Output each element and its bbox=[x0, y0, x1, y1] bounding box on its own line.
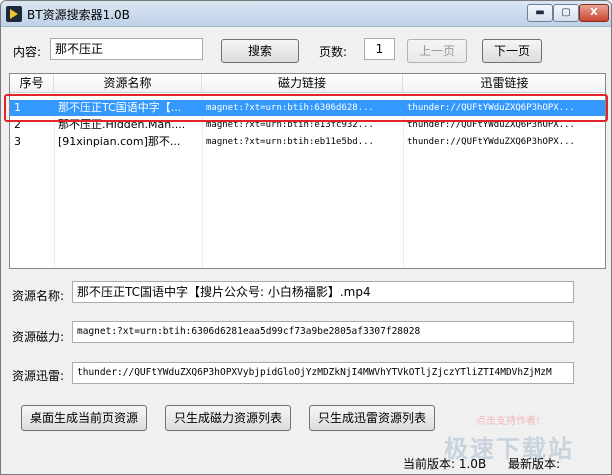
generate-thunder-list-button[interactable]: 只生成迅雷资源列表 bbox=[309, 405, 435, 431]
app-window: BT资源搜索器1.0B ▬ ▢ X 内容: 那不压正 搜索 页数: 1 上一页 … bbox=[0, 0, 612, 475]
support-author-link[interactable]: 点击支持作者! bbox=[476, 412, 540, 427]
maximize-button[interactable]: ▢ bbox=[553, 4, 579, 22]
table-row[interactable]: 3 [91xinpian.com]那不... magnet:?xt=urn:bt… bbox=[10, 134, 605, 150]
header-name[interactable]: 资源名称 bbox=[54, 74, 202, 93]
generate-desktop-button[interactable]: 桌面生成当前页资源 bbox=[21, 405, 147, 431]
row-thunder: thunder://QUFtYWduZXQ6P3hOPX... bbox=[407, 137, 575, 147]
selection-highlight-box bbox=[4, 94, 608, 122]
resource-name-label: 资源名称: bbox=[12, 289, 65, 303]
next-page-button[interactable]: 下一页 bbox=[482, 39, 542, 63]
row-index: 3 bbox=[14, 135, 21, 148]
search-button[interactable]: 搜索 bbox=[221, 39, 299, 63]
title-bar: BT资源搜索器1.0B ▬ ▢ X bbox=[1, 1, 611, 27]
resource-thunder-label: 资源迅雷: bbox=[12, 369, 65, 383]
window-title: BT资源搜索器1.0B bbox=[27, 8, 130, 22]
app-icon bbox=[6, 6, 22, 22]
page-label: 页数: bbox=[319, 45, 348, 59]
header-thunder[interactable]: 迅雷链接 bbox=[403, 74, 605, 93]
resource-thunder-field[interactable]: thunder://QUFtYWduZXQ6P3hOPXVybjpidGloOj… bbox=[72, 362, 574, 384]
current-version-text: 当前版本: 1.0B bbox=[403, 457, 487, 471]
generate-magnet-list-button[interactable]: 只生成磁力资源列表 bbox=[165, 405, 291, 431]
row-name: [91xinpian.com]那不... bbox=[58, 135, 181, 148]
latest-version-text: 最新版本: bbox=[508, 457, 561, 471]
resource-magnet-label: 资源磁力: bbox=[12, 330, 65, 344]
content-input[interactable]: 那不压正 bbox=[50, 38, 203, 60]
minimize-button[interactable]: ▬ bbox=[527, 4, 553, 22]
prev-page-button[interactable]: 上一页 bbox=[407, 39, 467, 63]
resource-magnet-field[interactable]: magnet:?xt=urn:btih:6306d6281eaa5d99cf73… bbox=[72, 321, 574, 343]
content-label: 内容: bbox=[13, 45, 42, 59]
header-magnet[interactable]: 磁力链接 bbox=[202, 74, 403, 93]
page-input[interactable]: 1 bbox=[364, 38, 395, 60]
close-button[interactable]: X bbox=[579, 4, 609, 22]
list-header: 序号 资源名称 磁力链接 迅雷链接 bbox=[10, 74, 605, 93]
row-magnet: magnet:?xt=urn:btih:eb11e5bd... bbox=[206, 137, 374, 147]
resource-name-field[interactable]: 那不压正TC国语中字【搜片公众号: 小白杨福影】.mp4 bbox=[72, 281, 574, 303]
header-index[interactable]: 序号 bbox=[10, 74, 54, 93]
